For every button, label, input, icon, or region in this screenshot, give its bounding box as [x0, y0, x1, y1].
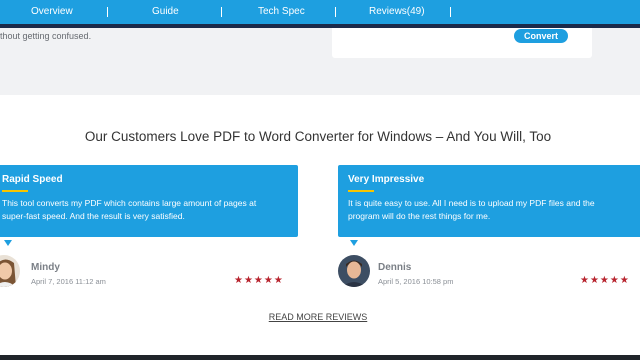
nav-reviews[interactable]: Reviews(49) [369, 0, 425, 24]
review-title: Very Impressive [348, 174, 425, 185]
title-underline [348, 190, 374, 192]
nav-separator [221, 7, 222, 17]
nav-tech-spec[interactable]: Tech Spec [258, 0, 305, 24]
rating-stars-icon: ★★★★★ [234, 275, 284, 286]
nav-separator [335, 7, 336, 17]
bottom-bar [0, 355, 640, 360]
nav-separator [450, 7, 451, 17]
reviewer-name: Dennis [378, 262, 412, 273]
reviewer-name: Mindy [31, 262, 60, 273]
rating-stars-icon: ★★★★★ [580, 275, 630, 286]
nav-guide[interactable]: Guide [152, 0, 179, 24]
review-body: This tool converts my PDF which contains… [2, 198, 257, 221]
review-date: April 5, 2016 10:58 pm [378, 277, 454, 286]
nav-separator [107, 7, 108, 17]
review-body: It is quite easy to use. All I need is t… [348, 198, 595, 221]
review-title: Rapid Speed [2, 174, 63, 185]
section-headline: Our Customers Love PDF to Word Converter… [84, 129, 552, 144]
review-date: April 7, 2016 11:12 am [31, 277, 106, 286]
card-pointer-icon [4, 240, 12, 246]
review-card-very-impressive: Very Impressive It is quite easy to use.… [338, 165, 640, 237]
convert-button[interactable]: Convert [514, 29, 568, 43]
upper-text-fragment: thout getting confused. [0, 31, 92, 41]
card-pointer-icon [350, 240, 358, 246]
avatar-dennis [338, 255, 370, 287]
top-nav: Overview Guide Tech Spec Reviews(49) [0, 0, 640, 24]
read-more-reviews-link[interactable]: READ MORE REVIEWS [0, 312, 636, 322]
upper-section: thout getting confused. Convert [0, 28, 640, 95]
review-card-rapid-speed: Rapid Speed This tool converts my PDF wh… [0, 165, 298, 237]
convert-card: Convert [332, 28, 592, 58]
avatar-mindy [0, 255, 20, 287]
nav-overview[interactable]: Overview [31, 0, 73, 24]
title-underline [2, 190, 28, 192]
